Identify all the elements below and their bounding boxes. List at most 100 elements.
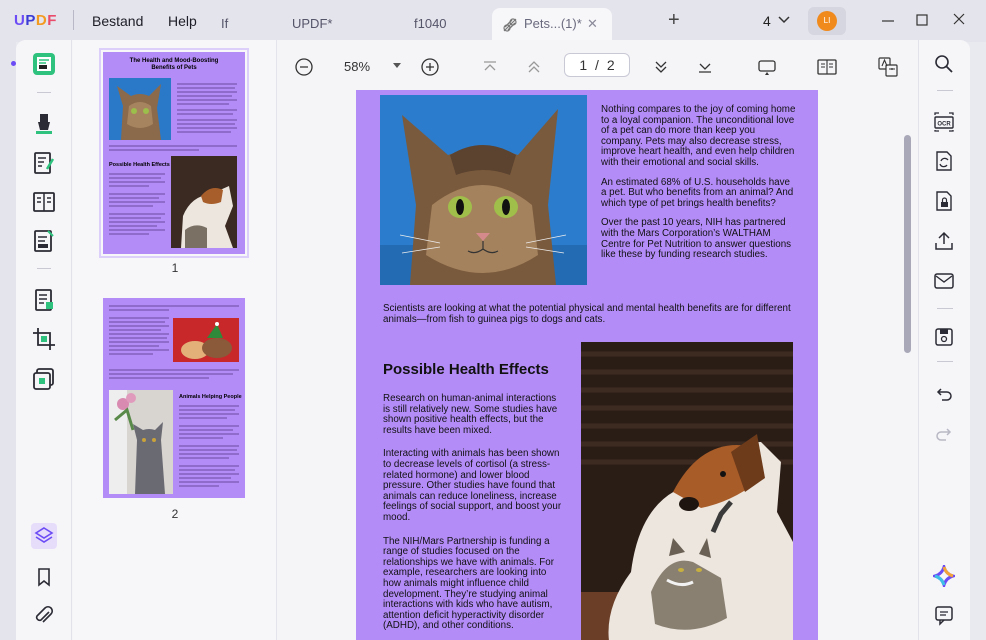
maximize-icon[interactable]: [911, 10, 933, 32]
tab-count[interactable]: 4: [763, 13, 771, 29]
left-tool-rail: [16, 40, 72, 640]
section-heading: Possible Health Effects: [383, 361, 549, 378]
app-window: The Health and Mood-Boosting Benefits of…: [16, 40, 970, 640]
thumbnail-text-lines: [109, 305, 239, 307]
organize-pages-icon[interactable]: [31, 189, 57, 215]
pdf-page: Nothing compares to the joy of coming ho…: [356, 90, 818, 640]
paragraph: Nothing compares to the joy of coming ho…: [601, 104, 796, 168]
highlight-icon[interactable]: [31, 110, 57, 136]
page-separator: /: [595, 57, 599, 73]
first-page-icon[interactable]: [479, 56, 501, 78]
redo-icon[interactable]: [933, 423, 955, 445]
tab-label: f1040: [414, 16, 447, 31]
protect-icon[interactable]: [933, 190, 955, 212]
link-off-icon: [502, 17, 518, 33]
page-number-label: 2: [171, 507, 179, 521]
title-bar: UPDF Bestand Help If UPDF* f1040 Pets...…: [0, 0, 986, 42]
avatar-initials: LI: [817, 11, 837, 31]
tab-if[interactable]: If: [221, 8, 261, 42]
divider: [37, 268, 51, 269]
share-icon[interactable]: [933, 230, 955, 252]
convert-pdf-icon[interactable]: [933, 150, 955, 172]
divider: [937, 90, 953, 91]
right-tool-rail: OCR: [918, 40, 970, 640]
bookmark-icon[interactable]: [31, 564, 57, 590]
thumbnail-text-lines: [177, 82, 239, 142]
document-view: 58% 1 / 2 Nothing compares to the joy of…: [278, 40, 918, 640]
zoom-in-icon[interactable]: [419, 56, 441, 78]
menu-bestand[interactable]: Bestand: [92, 13, 143, 29]
attachment-icon[interactable]: [31, 603, 57, 629]
previous-page-icon[interactable]: [523, 56, 545, 78]
scientists-paragraph: Scientists are looking at what the poten…: [383, 303, 791, 325]
chevron-down-icon[interactable]: [777, 13, 791, 27]
svg-text:OCR: OCR: [937, 122, 951, 128]
total-pages: 2: [606, 57, 615, 73]
ai-assistant-icon[interactable]: [933, 565, 955, 587]
paragraph: Research on human-animal interactions is…: [383, 393, 558, 436]
close-tab-icon[interactable]: ✕: [587, 16, 598, 32]
paragraph: Interacting with animals has been shown …: [383, 448, 562, 523]
reader-mode-icon[interactable]: [31, 51, 57, 77]
new-tab-icon[interactable]: +: [668, 9, 680, 32]
tab-updf[interactable]: UPDF*: [292, 8, 352, 42]
page-number-input[interactable]: 1 / 2: [564, 53, 630, 77]
divider: [73, 10, 74, 30]
vertical-scrollbar[interactable]: [904, 135, 911, 353]
logo-letter: D: [35, 12, 48, 29]
thumbnail-page-1[interactable]: The Health and Mood-Boosting Benefits of…: [99, 48, 249, 258]
tab-f1040[interactable]: f1040: [414, 8, 474, 42]
cat-photo-thumbnail: [109, 390, 173, 494]
tab-label: UPDF*: [292, 16, 333, 31]
last-page-icon[interactable]: [694, 56, 716, 78]
zoom-level[interactable]: 58%: [344, 59, 370, 74]
section-text: Research on human-animal interactions is…: [383, 393, 563, 640]
zoom-dropdown-icon[interactable]: [392, 62, 402, 70]
updf-logo[interactable]: UPDF: [14, 12, 57, 29]
page-tools-icon[interactable]: [31, 366, 57, 392]
undo-icon[interactable]: [933, 383, 955, 405]
minimize-icon[interactable]: [877, 10, 899, 32]
tab-label: If: [221, 16, 229, 31]
thumbnail-text-lines: [109, 173, 165, 235]
divider: [937, 361, 953, 362]
paragraph: The NIH/Mars Partnership is funding a ra…: [383, 535, 554, 632]
slideshow-icon[interactable]: [756, 56, 778, 78]
form-icon[interactable]: [31, 228, 57, 254]
logo-letter: U: [14, 12, 26, 29]
paragraph: An estimated 68% of U.S. households have…: [601, 176, 794, 209]
current-page: 1: [579, 57, 588, 73]
page-display-icon[interactable]: [816, 56, 838, 78]
comment-icon[interactable]: [933, 604, 955, 626]
email-icon[interactable]: [933, 270, 955, 292]
convert-icon[interactable]: [31, 287, 57, 313]
logo-letter: F: [47, 12, 57, 29]
zoom-out-icon[interactable]: [293, 56, 315, 78]
edit-text-icon[interactable]: [31, 150, 57, 176]
dog-and-cat-photo: [581, 342, 793, 640]
window-edge: [0, 40, 16, 640]
thumbnail-text-lines: [179, 405, 239, 487]
page-number-label: 1: [171, 261, 179, 275]
thumbnail-page-2[interactable]: Animals Helping People: [103, 298, 245, 498]
menu-help[interactable]: Help: [168, 13, 197, 29]
layers-icon[interactable]: [31, 523, 57, 549]
divider: [37, 92, 51, 93]
avatar[interactable]: LI: [808, 7, 846, 35]
crop-icon[interactable]: [31, 326, 57, 352]
translate-icon[interactable]: [877, 56, 899, 78]
cat-photo-thumbnail: [109, 78, 171, 140]
intro-text: Nothing compares to the joy of coming ho…: [601, 104, 797, 270]
close-window-icon[interactable]: [948, 10, 970, 32]
search-icon[interactable]: [933, 53, 955, 75]
ocr-icon[interactable]: OCR: [933, 111, 955, 133]
thumbnail-text-lines: [109, 145, 237, 151]
thumbnail-panel: The Health and Mood-Boosting Benefits of…: [73, 40, 277, 640]
next-page-icon[interactable]: [650, 56, 672, 78]
guinea-pig-photo-thumbnail: [173, 318, 239, 362]
paragraph: Over the past 10 years, NIH has partnere…: [601, 217, 792, 261]
divider: [937, 308, 953, 309]
cat-photo: [380, 95, 587, 285]
tab-label: Pets...(1)*: [524, 16, 582, 31]
save-icon[interactable]: [933, 326, 955, 348]
